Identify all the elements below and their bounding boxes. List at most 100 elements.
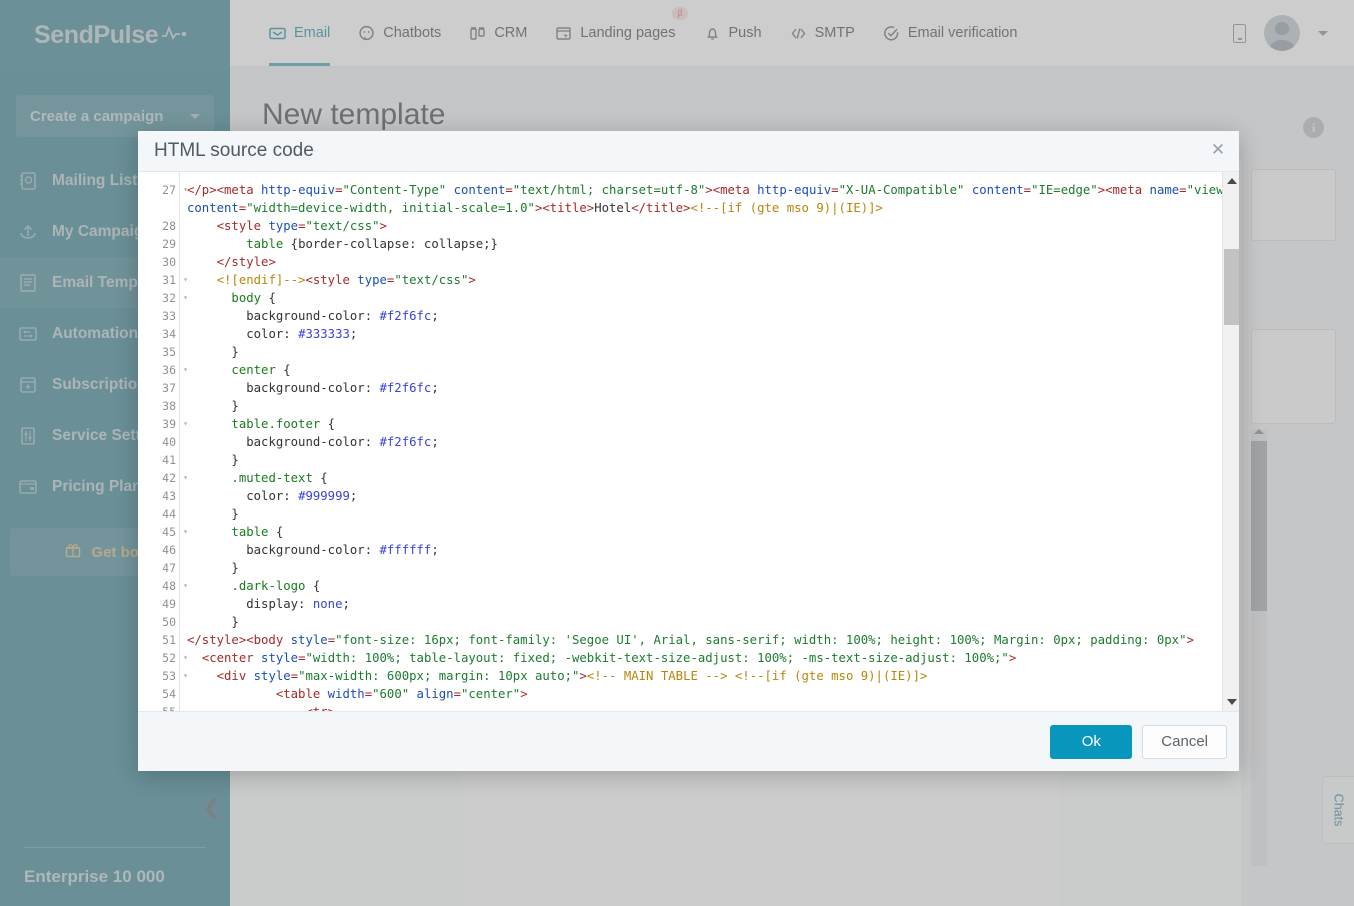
code-line: <style type="text/css">	[187, 217, 1239, 235]
fold-toggle-icon[interactable]: ▾	[183, 649, 188, 667]
code-line: body {	[187, 289, 1239, 307]
app-root: SendPulse Create a campaign Mailing List…	[0, 0, 1354, 906]
code-line: background-color: #ffffff;	[187, 541, 1239, 559]
fold-toggle-icon[interactable]: ▾	[183, 577, 188, 595]
code-token: {	[268, 525, 283, 539]
code-token	[446, 183, 453, 197]
code-line: }	[187, 613, 1239, 631]
code-token: "max-width: 600px; margin: 10px auto;"	[298, 669, 579, 683]
ok-button[interactable]: Ok	[1050, 725, 1132, 759]
code-token: <div	[217, 669, 254, 683]
code-line: }	[187, 559, 1239, 577]
code-token: display:	[246, 597, 313, 611]
code-token: }	[231, 399, 238, 413]
code-token: {	[313, 471, 328, 485]
fold-toggle-icon[interactable]: ▾	[183, 523, 188, 541]
line-number: 34	[138, 325, 179, 343]
dialog-header: HTML source code ✕	[138, 131, 1239, 171]
scrollbar-thumb[interactable]	[1224, 249, 1239, 324]
code-token: }	[231, 507, 238, 521]
code-line: table.footer {	[187, 415, 1239, 433]
code-token: </style>	[217, 255, 276, 269]
line-number: 45▾	[138, 523, 179, 541]
code-scrollbar[interactable]	[1222, 172, 1239, 711]
code-token: ><meta	[1098, 183, 1150, 197]
code-token: >	[579, 669, 586, 683]
code-token: #ffffff	[380, 543, 432, 557]
fold-toggle-icon[interactable]: ▾	[183, 667, 188, 685]
code-token: </title>	[631, 201, 690, 215]
code-token: ;	[350, 489, 357, 503]
close-icon[interactable]: ✕	[1209, 142, 1227, 160]
code-line: <div style="max-width: 600px; margin: 10…	[187, 667, 1239, 685]
code-token	[187, 237, 246, 251]
code-line: }	[187, 343, 1239, 361]
line-number: 54	[138, 685, 179, 703]
code-token	[187, 219, 217, 233]
code-token: }	[231, 345, 238, 359]
line-number: 36▾	[138, 361, 179, 379]
code-token: "font-size: 16px; font-family: 'Segoe UI…	[335, 633, 1186, 647]
line-number	[138, 199, 179, 217]
code-token: center	[231, 363, 275, 377]
code-token: "text/css"	[305, 219, 379, 233]
fold-toggle-icon[interactable]: ▾	[183, 289, 188, 307]
code-token: color:	[246, 327, 298, 341]
code-token: <style	[217, 219, 269, 233]
code-token: "X-UA-Compatible"	[839, 183, 965, 197]
dialog-footer: Ok Cancel	[138, 711, 1239, 771]
code-line: <tr>	[187, 703, 1239, 711]
fold-toggle-icon[interactable]: ▾	[183, 361, 188, 379]
code-line: display: none;	[187, 595, 1239, 613]
line-number: 39▾	[138, 415, 179, 433]
code-token	[187, 669, 217, 683]
line-number: 42▾	[138, 469, 179, 487]
code-token: .muted-text	[231, 471, 312, 485]
code-token	[187, 597, 246, 611]
line-number: 53▾	[138, 667, 179, 685]
fold-toggle-icon[interactable]: ▾	[183, 469, 188, 487]
code-token	[187, 471, 231, 485]
code-token: "600"	[372, 687, 409, 701]
code-line: <center style="width: 100%; table-layout…	[187, 649, 1239, 667]
fold-toggle-icon[interactable]: ▾	[183, 271, 188, 289]
cancel-button[interactable]: Cancel	[1142, 725, 1227, 759]
code-token: =	[1024, 183, 1031, 197]
line-number: 41	[138, 451, 179, 469]
code-token	[187, 453, 231, 467]
code-editor[interactable]: 27▾28293031▾32▾33343536▾373839▾404142▾43…	[138, 172, 1239, 711]
code-line: center {	[187, 361, 1239, 379]
line-number: 32▾	[138, 289, 179, 307]
code-token: >	[380, 219, 387, 233]
code-token	[187, 579, 231, 593]
code-token: <!--[if (gte mso 9)|(IE)]>	[690, 201, 883, 215]
line-number: 44	[138, 505, 179, 523]
code-token: "width: 100%; table-layout: fixed; -webk…	[305, 651, 1008, 665]
code-line: .muted-text {	[187, 469, 1239, 487]
code-token: width	[328, 687, 365, 701]
fold-toggle-icon[interactable]: ▾	[183, 415, 188, 433]
code-token: background-color:	[246, 309, 379, 323]
code-content[interactable]: </p><meta http-equiv="Content-Type" cont…	[180, 172, 1239, 711]
code-token: "Content-Type"	[343, 183, 447, 197]
code-token	[187, 291, 231, 305]
code-token: .dark-logo	[231, 579, 305, 593]
code-token: <center	[202, 651, 261, 665]
code-line: }	[187, 451, 1239, 469]
code-token: <style	[305, 273, 357, 287]
code-token: ><meta	[705, 183, 757, 197]
code-token: "text/css"	[394, 273, 468, 287]
code-token: ;	[431, 381, 438, 395]
code-line: <![endif]--><style type="text/css">	[187, 271, 1239, 289]
code-token	[187, 705, 305, 711]
code-token	[187, 273, 217, 287]
scroll-down-arrow-icon[interactable]	[1227, 699, 1237, 705]
code-token: #333333	[298, 327, 350, 341]
scroll-up-arrow-icon[interactable]	[1227, 178, 1237, 184]
code-token: table	[231, 525, 268, 539]
code-token	[187, 255, 217, 269]
line-number: 31▾	[138, 271, 179, 289]
fold-toggle-icon[interactable]: ▾	[183, 181, 188, 199]
code-token	[187, 381, 246, 395]
code-line: table {	[187, 523, 1239, 541]
